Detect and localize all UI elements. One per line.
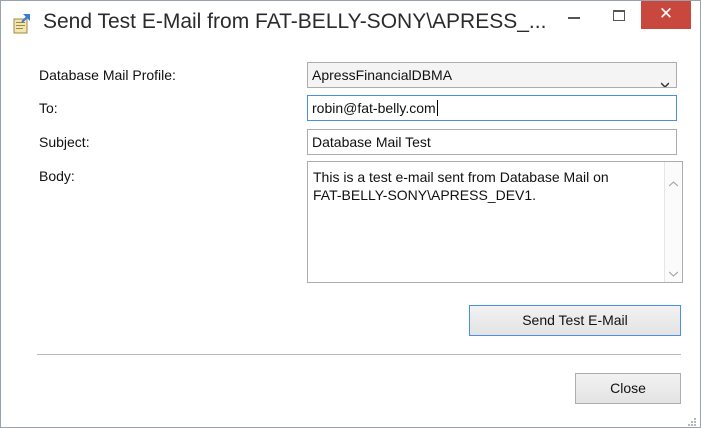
separator (37, 354, 681, 356)
send-test-email-button[interactable]: Send Test E-Mail (469, 305, 681, 336)
send-test-email-dialog: Send Test E-Mail from FAT-BELLY-SONY\APR… (0, 0, 701, 428)
resize-grip-icon[interactable] (686, 413, 696, 426)
subject-label: Subject: (39, 134, 90, 150)
scroll-up-icon[interactable] (668, 174, 679, 187)
minimize-button[interactable] (557, 1, 591, 29)
window-title: Send Test E-Mail from FAT-BELLY-SONY\APR… (43, 10, 547, 33)
profile-value: ApressFinancialDBMA (312, 67, 453, 83)
mail-send-icon (11, 13, 33, 35)
subject-field[interactable]: Database Mail Test (307, 129, 677, 155)
to-value: robin@fat-belly.com (312, 100, 436, 116)
close-window-button[interactable]: ✕ (641, 1, 691, 29)
body-text: This is a test e-mail sent from Database… (313, 169, 609, 203)
subject-value: Database Mail Test (312, 134, 431, 150)
scroll-down-icon[interactable] (668, 264, 679, 277)
to-field[interactable]: robin@fat-belly.com (307, 95, 677, 121)
chevron-down-icon (660, 72, 670, 87)
to-label: To: (39, 100, 58, 116)
maximize-button[interactable] (602, 1, 636, 29)
body-scrollbar[interactable] (664, 162, 682, 282)
text-caret (436, 100, 438, 116)
close-button[interactable]: Close (575, 373, 681, 404)
close-icon: ✕ (658, 4, 674, 24)
profile-dropdown[interactable]: ApressFinancialDBMA (307, 62, 677, 88)
profile-label: Database Mail Profile: (39, 67, 176, 83)
body-textarea[interactable]: This is a test e-mail sent from Database… (307, 161, 683, 283)
title-bar[interactable]: Send Test E-Mail from FAT-BELLY-SONY\APR… (1, 1, 700, 45)
body-label: Body: (39, 168, 75, 184)
